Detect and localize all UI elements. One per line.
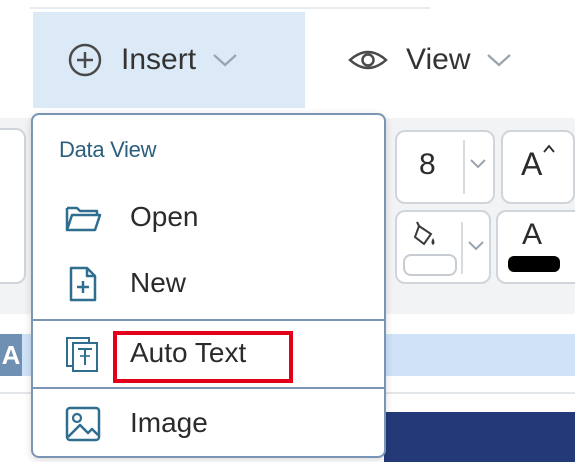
ribbon-top-divider: [30, 7, 430, 9]
chevron-down-icon[interactable]: [469, 158, 487, 170]
tab-insert-label: Insert: [121, 43, 197, 76]
divider: [463, 140, 465, 194]
tab-view-label: View: [406, 43, 471, 76]
image-icon: [65, 406, 101, 442]
toolbar-control-partial[interactable]: [0, 128, 26, 284]
fill-color-swatch: [403, 254, 457, 276]
chevron-down-icon: [213, 54, 237, 67]
auto-text-icon: [66, 337, 98, 372]
tab-view[interactable]: View: [330, 12, 540, 108]
row-marker: A: [0, 334, 22, 376]
tab-insert[interactable]: Insert: [33, 12, 305, 108]
menu-item-label: Open: [130, 201, 199, 232]
fill-color-button[interactable]: [395, 210, 491, 284]
report-band: [384, 412, 575, 462]
folder-open-icon: [65, 206, 102, 232]
eye-icon: [348, 50, 388, 70]
menu-item-label: Image: [130, 407, 208, 438]
font-color-glyph: A: [522, 218, 543, 251]
divider: [461, 222, 463, 274]
font-color-swatch: [508, 256, 560, 272]
font-size-select[interactable]: 8: [395, 130, 495, 204]
menu-item-label: New: [130, 267, 187, 298]
menu-item-image[interactable]: Image: [33, 391, 384, 456]
menu-divider: [33, 387, 384, 389]
highlight-box: [113, 331, 293, 383]
chevron-down-icon[interactable]: [467, 240, 485, 252]
menu-section-header: Data View: [59, 137, 157, 162]
chevron-down-icon: [487, 54, 512, 67]
font-size-value: 8: [419, 148, 436, 181]
caret-up-icon: [543, 144, 555, 153]
menu-item-open[interactable]: Open: [33, 185, 384, 251]
font-color-button[interactable]: A: [496, 210, 575, 284]
increase-font-size-button[interactable]: A: [501, 130, 575, 204]
insert-dropdown-menu: Data View Open New Auto Text Image: [31, 113, 386, 458]
paint-bucket-icon: [413, 221, 435, 246]
new-file-icon: [69, 266, 97, 302]
plus-circle-icon: [68, 43, 102, 77]
menu-item-new[interactable]: New: [33, 251, 384, 317]
increase-font-glyph: A: [521, 146, 543, 182]
